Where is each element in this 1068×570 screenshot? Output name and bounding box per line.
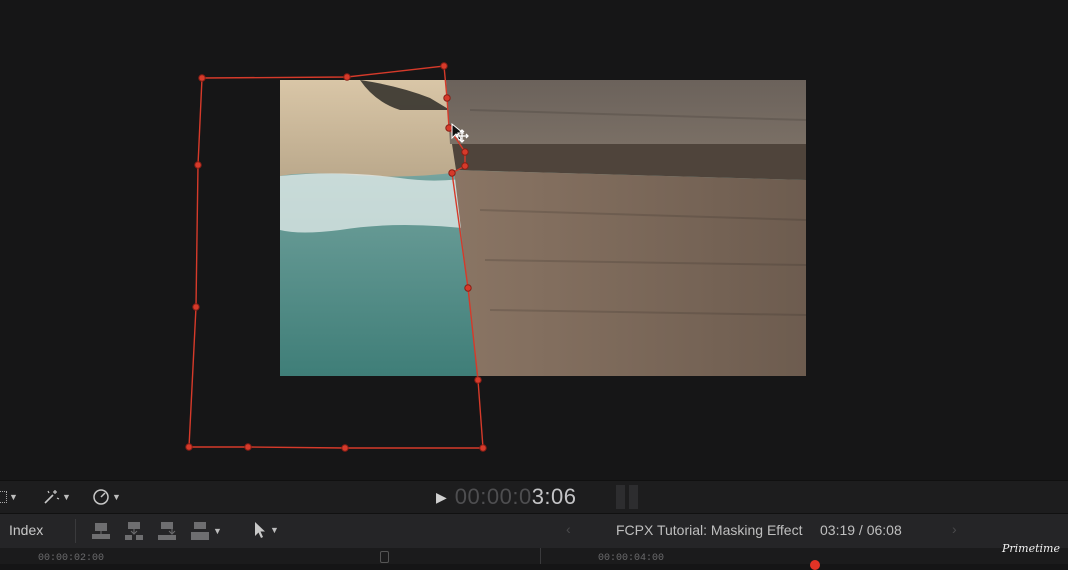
play-icon[interactable]: ▶ xyxy=(436,489,447,506)
mask-control-point[interactable] xyxy=(440,62,448,70)
chevron-down-icon: ▼ xyxy=(9,492,18,502)
mask-control-point[interactable] xyxy=(343,73,351,81)
ruler-label: 00:00:02:00 xyxy=(38,553,105,564)
mask-control-point[interactable] xyxy=(448,169,456,177)
watermark-text: Primetime xyxy=(1002,542,1060,555)
project-duration: 03:19 / 06:08 xyxy=(820,522,902,538)
timeline-ruler[interactable]: 00:00:02:00 00:00:04:00 xyxy=(0,548,1068,564)
viewer-transport-bar: ▼ ▼ ▼ ▶ 00:00:03:06 xyxy=(0,480,1068,513)
mask-control-point[interactable] xyxy=(244,443,252,451)
mask-control-point[interactable] xyxy=(461,148,469,156)
chevron-left-icon[interactable]: ‹ xyxy=(566,521,571,537)
speedometer-icon xyxy=(93,489,109,505)
audio-meter-right xyxy=(629,485,638,509)
timecode-current: 3:06 xyxy=(531,484,577,509)
display-icon xyxy=(0,491,7,503)
ruler-marker xyxy=(380,551,389,563)
chevron-down-icon: ▼ xyxy=(112,492,121,502)
mask-control-point[interactable] xyxy=(194,161,202,169)
ruler-divider xyxy=(540,548,541,564)
mask-outline[interactable] xyxy=(188,65,484,449)
mask-control-point[interactable] xyxy=(445,124,453,132)
project-title: FCPX Tutorial: Masking Effect xyxy=(616,522,803,538)
tool-select-menu[interactable]: ▼ xyxy=(253,521,279,539)
audio-meter-left xyxy=(616,485,625,509)
playhead-marker[interactable] xyxy=(810,560,820,570)
viewer-display-menu[interactable]: ▼ xyxy=(0,487,18,507)
timeline-toolbar: Index ▼ ▼ ‹ FCPX Tutorial: Masking Effec… xyxy=(0,513,1068,548)
connect-clip-icon[interactable] xyxy=(90,520,112,542)
chevron-down-icon: ▼ xyxy=(213,526,222,536)
ruler-label: 00:00:04:00 xyxy=(598,553,665,564)
mask-control-point[interactable] xyxy=(198,74,206,82)
overwrite-clip-icon xyxy=(191,522,209,540)
mask-control-point[interactable] xyxy=(443,94,451,102)
timecode-readout: 00:00:03:06 xyxy=(455,484,577,510)
timecode-leading: 00:00:0 xyxy=(454,484,532,509)
chevron-right-icon[interactable]: › xyxy=(952,521,957,537)
viewer[interactable] xyxy=(0,0,1068,480)
chevron-down-icon: ▼ xyxy=(62,492,71,502)
draw-mask-shape[interactable] xyxy=(0,0,1068,480)
magic-wand-icon xyxy=(44,490,60,504)
insert-clip-icon[interactable] xyxy=(123,520,145,542)
audio-meters[interactable] xyxy=(616,485,640,509)
mask-control-point[interactable] xyxy=(185,443,193,451)
enhancements-menu[interactable]: ▼ xyxy=(42,487,71,507)
timecode-display[interactable]: ▶ 00:00:03:06 xyxy=(436,484,577,510)
mask-control-point[interactable] xyxy=(479,444,487,452)
mask-control-point[interactable] xyxy=(464,284,472,292)
retime-menu[interactable]: ▼ xyxy=(92,487,121,507)
overwrite-clip-menu[interactable]: ▼ xyxy=(189,520,222,542)
timeline-index-button[interactable]: Index xyxy=(9,522,43,538)
move-cursor-icon xyxy=(451,122,469,143)
toolbar-divider xyxy=(75,519,76,543)
mask-control-point[interactable] xyxy=(192,303,200,311)
mask-control-point[interactable] xyxy=(341,444,349,452)
mask-control-point[interactable] xyxy=(461,162,469,170)
arrow-tool-icon xyxy=(255,522,265,538)
append-clip-icon[interactable] xyxy=(156,520,178,542)
chevron-down-icon: ▼ xyxy=(270,525,279,535)
mask-control-point[interactable] xyxy=(474,376,482,384)
